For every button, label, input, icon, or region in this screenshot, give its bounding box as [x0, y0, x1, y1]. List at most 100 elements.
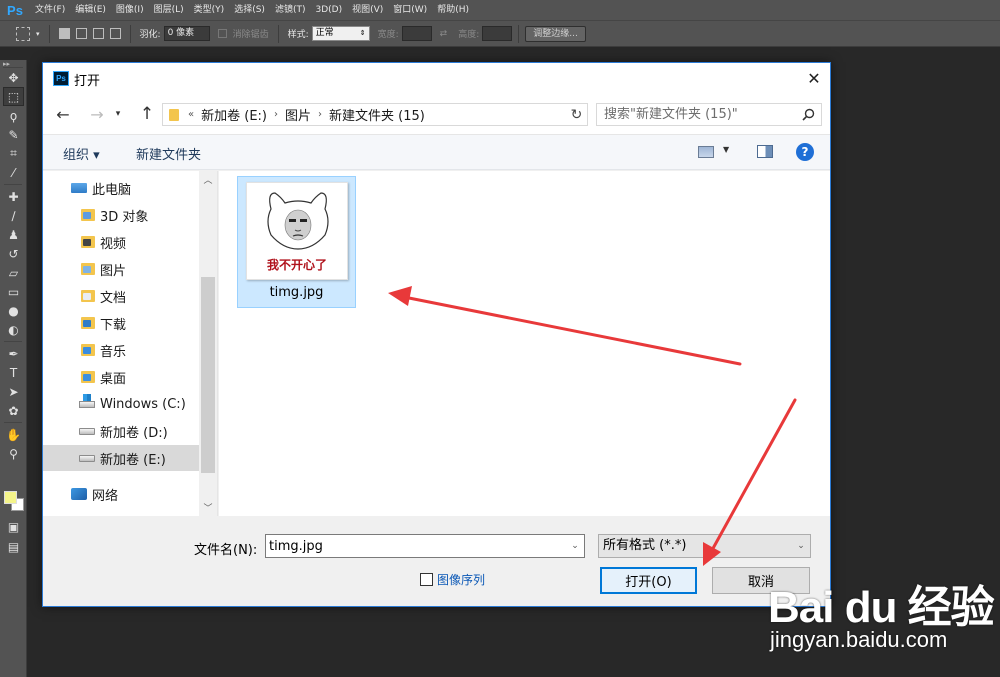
help-icon[interactable]: ?	[796, 143, 814, 161]
address-bar[interactable]: « 新加卷 (E:) › 图片 › 新建文件夹 (15) ⌄	[162, 103, 680, 126]
menu-edit[interactable]: 编辑(E)	[70, 0, 111, 20]
style-select[interactable]: 正常 ⇕	[311, 26, 370, 41]
sidebar-item-3d-objects[interactable]: 3D 对象	[43, 202, 199, 228]
recent-locations-chevron-icon[interactable]: ▾	[111, 103, 125, 125]
move-tool-icon[interactable]: ✥	[3, 68, 24, 87]
menu-filter[interactable]: 滤镜(T)	[270, 0, 311, 20]
history-brush-tool-icon[interactable]: ↺	[3, 244, 24, 263]
sidebar-item-network[interactable]: 网络	[43, 481, 199, 507]
blur-tool-icon[interactable]: ●	[3, 301, 24, 320]
antialias-checkbox[interactable]	[217, 29, 227, 38]
gradient-tool-icon[interactable]: ▭	[3, 282, 24, 301]
dialog-titlebar[interactable]: Ps 打开 ✕	[43, 63, 830, 94]
change-view-icon[interactable]	[698, 146, 714, 158]
search-input[interactable]	[597, 104, 793, 125]
breadcrumb-overflow[interactable]: «	[185, 109, 197, 120]
scrollbar-thumb[interactable]	[201, 277, 215, 473]
height-input[interactable]	[482, 26, 513, 41]
sidebar-item-this-pc[interactable]: 此电脑	[43, 175, 199, 201]
forward-arrow-icon[interactable]: →	[86, 103, 108, 125]
scroll-down-arrow-icon[interactable]: ﹀	[199, 499, 217, 516]
close-icon[interactable]: ✕	[798, 63, 830, 94]
menu-view[interactable]: 视图(V)	[347, 0, 388, 20]
subtract-selection-icon[interactable]	[92, 28, 104, 39]
eraser-tool-icon[interactable]: ▱	[3, 263, 24, 282]
feather-input[interactable]: 0 像素	[163, 26, 210, 41]
lasso-tool-icon[interactable]: ϙ	[3, 106, 24, 125]
breadcrumb-drive-e[interactable]: 新加卷 (E:)	[197, 105, 271, 124]
sidebar-item-music[interactable]: 音乐	[43, 337, 199, 363]
organize-button[interactable]: 组织 ▾	[63, 144, 100, 163]
back-arrow-icon[interactable]: ←	[52, 103, 74, 125]
clone-stamp-tool-icon[interactable]: ♟	[3, 225, 24, 244]
chevron-down-icon[interactable]: ⌄	[566, 535, 584, 557]
image-sequence-checkbox[interactable]	[420, 573, 433, 586]
width-input[interactable]	[401, 26, 432, 41]
menu-file[interactable]: 文件(F)	[30, 0, 70, 20]
sidebar-item-drive-c[interactable]: Windows (C:)	[43, 391, 199, 417]
sidebar-item-drive-e[interactable]: 新加卷 (E:)	[43, 445, 199, 471]
path-selection-tool-icon[interactable]: ➤	[3, 382, 24, 401]
refresh-icon[interactable]: ↻	[566, 103, 588, 126]
hand-tool-icon[interactable]: ✋	[3, 425, 24, 444]
search-icon[interactable]	[800, 106, 816, 122]
quick-mask-icon[interactable]: ▣	[3, 517, 24, 536]
pictures-folder-icon	[81, 263, 95, 275]
chevron-right-icon[interactable]: ›	[271, 109, 281, 120]
up-arrow-icon[interactable]: ↑	[136, 103, 158, 125]
menu-help[interactable]: 帮助(H)	[432, 0, 474, 20]
rectangular-marquee-tool-icon[interactable]: ⬚	[3, 87, 24, 106]
quick-selection-tool-icon[interactable]: ✎	[3, 125, 24, 144]
intersect-selection-icon[interactable]	[109, 28, 121, 39]
menu-image[interactable]: 图像(I)	[111, 0, 149, 20]
sidebar-item-downloads[interactable]: 下载	[43, 310, 199, 336]
sidebar-item-pictures[interactable]: 图片	[43, 256, 199, 282]
chevron-right-icon[interactable]: ›	[315, 109, 325, 120]
panel-grip[interactable]: ▸▸	[3, 60, 23, 68]
breadcrumb-new-folder-15[interactable]: 新建文件夹 (15)	[325, 105, 429, 124]
refine-edge-button[interactable]: 调整边缘...	[525, 25, 586, 42]
marquee-tool-icon[interactable]	[16, 26, 30, 41]
dodge-tool-icon[interactable]: ◐	[3, 320, 24, 339]
sidebar-item-documents[interactable]: 文档	[43, 283, 199, 309]
file-type-select[interactable]: 所有格式 (*.*) ⌄	[598, 534, 811, 558]
sidebar-item-desktop[interactable]: 桌面	[43, 364, 199, 390]
chevron-down-icon[interactable]: ⌄	[792, 535, 810, 557]
new-selection-icon[interactable]	[58, 28, 70, 39]
image-sequence-label[interactable]: 图像序列	[437, 571, 485, 588]
type-tool-icon[interactable]: T	[3, 363, 24, 382]
breadcrumb-pictures[interactable]: 图片	[281, 105, 315, 124]
preview-pane-icon[interactable]	[757, 145, 773, 158]
eyedropper-tool-icon[interactable]: ⁄	[3, 163, 24, 182]
chevron-down-icon[interactable]: ▼	[723, 145, 729, 154]
new-folder-button[interactable]: 新建文件夹	[136, 144, 201, 163]
healing-brush-tool-icon[interactable]: ✚	[3, 187, 24, 206]
menu-type[interactable]: 类型(Y)	[189, 0, 230, 20]
menu-window[interactable]: 窗口(W)	[388, 0, 432, 20]
filename-combobox[interactable]: ⌄	[265, 534, 585, 558]
sidebar-item-videos[interactable]: 视频	[43, 229, 199, 255]
shape-tool-icon[interactable]: ✿	[3, 401, 24, 420]
videos-folder-icon	[81, 236, 95, 248]
crop-tool-icon[interactable]: ⌗	[3, 144, 24, 163]
brush-tool-icon[interactable]: ∕	[3, 206, 24, 225]
search-box[interactable]	[596, 103, 822, 126]
open-button[interactable]: 打开(O)	[600, 567, 697, 594]
file-item[interactable]: 我不开心了 timg.jpg	[237, 176, 356, 308]
zoom-tool-icon[interactable]: ⚲	[3, 444, 24, 463]
filename-input[interactable]	[266, 535, 562, 557]
menu-layer[interactable]: 图层(L)	[149, 0, 189, 20]
menu-select[interactable]: 选择(S)	[229, 0, 270, 20]
add-to-selection-icon[interactable]	[75, 28, 87, 39]
pen-tool-icon[interactable]: ✒	[3, 344, 24, 363]
foreground-color-swatch[interactable]	[4, 491, 17, 504]
scroll-up-arrow-icon[interactable]: ︿	[199, 171, 217, 188]
file-type-value: 所有格式 (*.*)	[603, 538, 687, 553]
menu-3d[interactable]: 3D(D)	[310, 0, 347, 20]
tool-preset-dropdown-icon[interactable]: ▾	[36, 30, 40, 38]
swap-icon[interactable]: ⇄	[440, 29, 448, 39]
options-divider	[48, 24, 50, 43]
sidebar-item-drive-d[interactable]: 新加卷 (D:)	[43, 418, 199, 444]
navigation-scrollbar[interactable]: ︿ ﹀	[199, 171, 217, 516]
screen-mode-icon[interactable]: ▤	[3, 537, 24, 556]
